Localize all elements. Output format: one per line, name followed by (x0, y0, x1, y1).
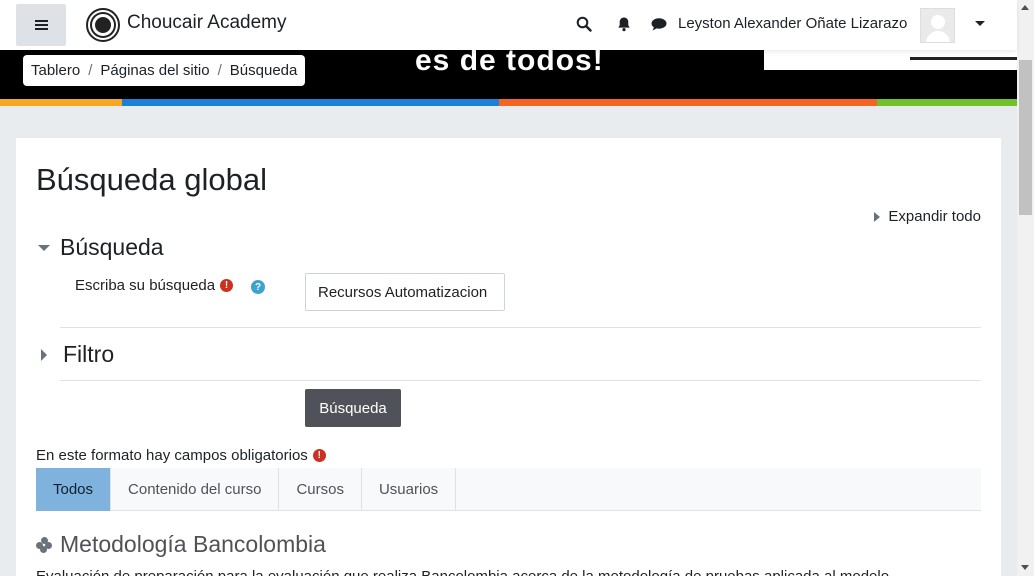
section-filter-label: Filtro (63, 341, 115, 367)
section-filter-header[interactable]: Filtro (38, 341, 114, 368)
banner-stripe-orange (0, 99, 122, 106)
required-icon: ! (312, 449, 326, 462)
tab-users[interactable]: Usuarios (362, 468, 457, 511)
bell-icon[interactable] (614, 14, 634, 34)
page-scrollbar[interactable] (1017, 0, 1034, 576)
chevron-right-icon (41, 348, 47, 361)
result-description: Evaluación de preparación para la evalua… (36, 568, 889, 576)
scrollbar-thumb[interactable] (1019, 60, 1032, 215)
search-submit-button[interactable]: Búsqueda (305, 389, 401, 427)
tab-all[interactable]: Todos (36, 468, 112, 511)
chevron-right-icon (874, 211, 881, 222)
menu-icon (34, 20, 48, 30)
required-fields-note: En este formato hay campos obligatorios … (36, 447, 326, 464)
user-name[interactable]: Leyston Alexander Oñate Lizarazo (678, 15, 907, 32)
banner-stripe-red-orange (499, 99, 877, 106)
chevron-down-icon (38, 244, 50, 251)
results-tabs: Todos Contenido del curso Cursos Usuario… (36, 468, 981, 511)
search-field-label-text: Escriba su búsqueda (75, 277, 216, 294)
scroll-down-icon[interactable] (1021, 565, 1029, 570)
banner-stripe-green (877, 99, 1017, 106)
banner-graphic (764, 50, 1017, 70)
breadcrumb-separator: / (88, 62, 93, 79)
scroll-up-icon[interactable] (1021, 5, 1029, 10)
section-divider (60, 380, 981, 381)
top-navbar: Choucair Academy Leyston Alexander Oñate… (0, 0, 1017, 50)
breadcrumb-separator: / (217, 62, 222, 79)
search-input[interactable] (305, 273, 505, 311)
result-title[interactable]: Metodología Bancolombia (36, 531, 326, 558)
chat-icon[interactable] (649, 14, 669, 34)
help-icon[interactable]: ? (251, 280, 265, 294)
breadcrumb-item-search[interactable]: Búsqueda (230, 62, 298, 79)
banner-text: es de todos! (415, 50, 604, 77)
result-title-text: Metodología Bancolombia (60, 531, 326, 557)
section-search-header[interactable]: Búsqueda (38, 234, 164, 261)
tab-course-content[interactable]: Contenido del curso (111, 468, 280, 511)
section-search-label: Búsqueda (60, 234, 164, 260)
page-title: Búsqueda global (36, 162, 267, 197)
site-name[interactable]: Choucair Academy (127, 12, 286, 34)
tab-courses[interactable]: Cursos (279, 468, 362, 511)
search-icon[interactable] (574, 14, 594, 34)
search-field-label: Escriba su búsqueda ! (75, 277, 234, 294)
banner-stripe-blue (122, 99, 499, 106)
main-content-card: Búsqueda global Expandir todo Búsqueda E… (16, 138, 1001, 576)
chevron-down-icon[interactable] (975, 21, 985, 26)
breadcrumb: Tablero / Páginas del sitio / Búsqueda (23, 55, 306, 86)
menu-toggle-button[interactable] (16, 4, 66, 46)
required-icon: ! (220, 279, 234, 292)
required-note-text: En este formato hay campos obligatorios (36, 447, 308, 464)
expand-all-label: Expandir todo (888, 208, 981, 225)
activity-icon (36, 536, 52, 553)
breadcrumb-item-dashboard[interactable]: Tablero (31, 62, 80, 79)
section-divider (60, 327, 981, 328)
breadcrumb-item-site-pages[interactable]: Páginas del sitio (100, 62, 209, 79)
site-logo[interactable] (86, 8, 120, 42)
avatar[interactable] (920, 8, 955, 43)
expand-all-link[interactable]: Expandir todo (874, 208, 981, 225)
